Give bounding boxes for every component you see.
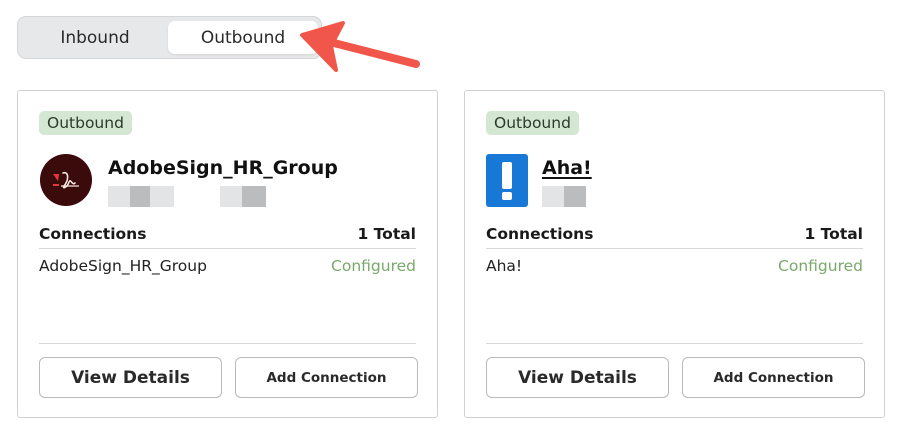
direction-badge: Outbound: [486, 111, 579, 135]
app-name: AdobeSign_HR_Group: [108, 157, 338, 179]
aha-exclamation-icon: [486, 154, 528, 207]
view-details-button[interactable]: View Details: [486, 357, 669, 398]
integration-card-aha: Outbound Aha! Connections 1 Total Aha! C…: [464, 90, 885, 418]
connections-header: Connections 1 Total: [39, 221, 416, 247]
redacted-detail: [542, 186, 564, 207]
connections-total: 1 Total: [357, 225, 416, 243]
tab-outbound[interactable]: Outbound: [168, 21, 318, 54]
connections-total: 1 Total: [804, 225, 863, 243]
adobe-sign-icon: [40, 154, 92, 206]
direction-badge: Outbound: [39, 111, 132, 135]
redacted-detail: [130, 186, 150, 207]
divider: [39, 248, 416, 249]
redacted-detail: [108, 186, 130, 207]
integration-card-adobesign: Outbound AdobeSign_HR_Group Connections …: [17, 90, 438, 418]
connection-row: AdobeSign_HR_Group Configured: [39, 254, 416, 278]
redacted-detail: [564, 186, 586, 207]
app-name: Aha!: [542, 157, 592, 179]
divider: [486, 248, 863, 249]
connection-status: Configured: [331, 257, 416, 275]
connection-status: Configured: [778, 257, 863, 275]
add-connection-button[interactable]: Add Connection: [682, 357, 865, 398]
tab-inbound[interactable]: Inbound: [22, 21, 168, 54]
redacted-detail: [150, 186, 174, 207]
view-details-button[interactable]: View Details: [39, 357, 222, 398]
redacted-detail: [220, 186, 242, 207]
connection-row: Aha! Configured: [486, 254, 863, 278]
connections-label: Connections: [39, 225, 147, 243]
connections-label: Connections: [486, 225, 594, 243]
divider: [39, 343, 416, 344]
connection-name: Aha!: [486, 257, 523, 275]
connection-name: AdobeSign_HR_Group: [39, 257, 207, 275]
divider: [486, 343, 863, 344]
redacted-detail: [242, 186, 266, 207]
direction-toggle: Inbound Outbound: [17, 16, 322, 59]
connections-header: Connections 1 Total: [486, 221, 863, 247]
add-connection-button[interactable]: Add Connection: [235, 357, 418, 398]
